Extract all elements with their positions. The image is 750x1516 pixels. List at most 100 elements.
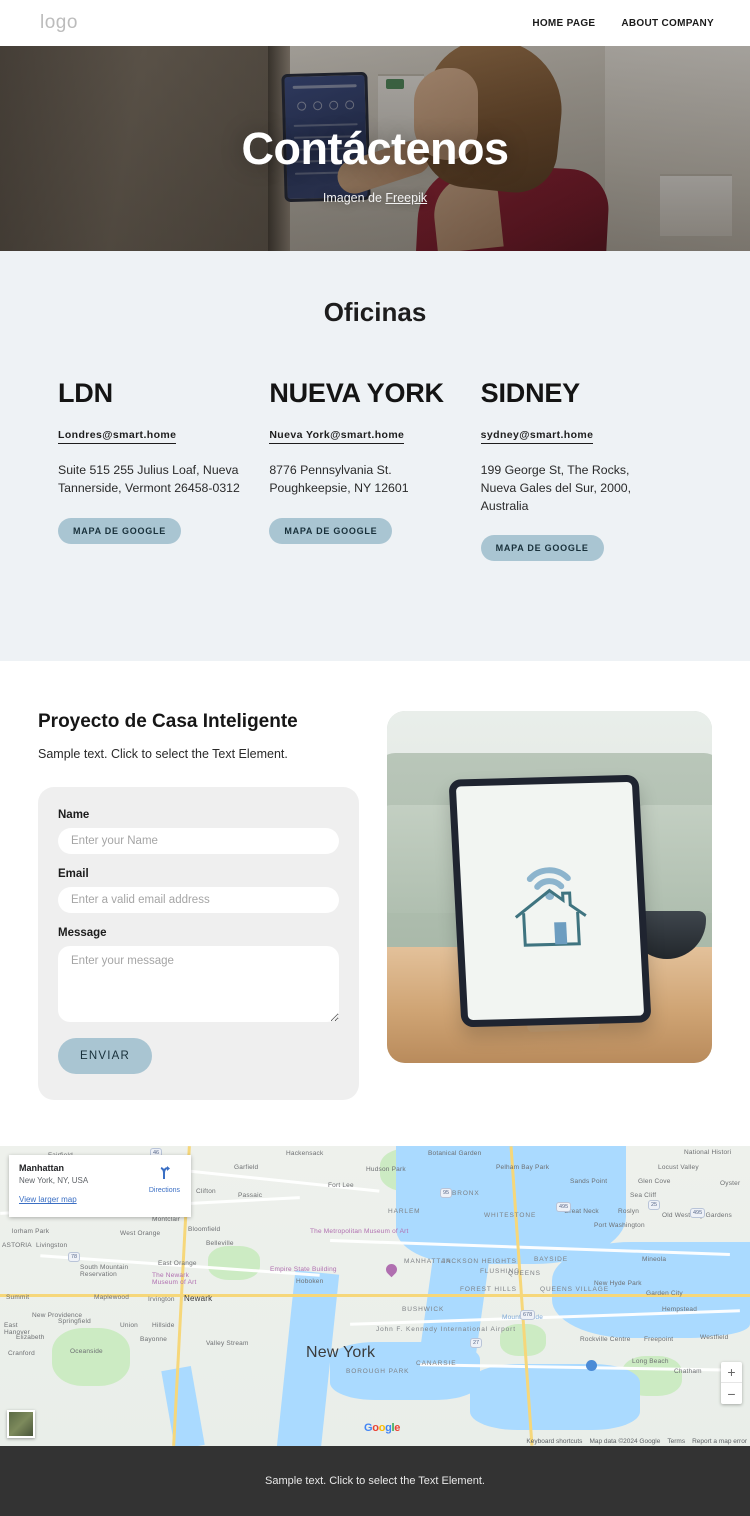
map-label-hempstead: Hempstead [662, 1306, 698, 1314]
nav-item-home-page[interactable]: HOME PAGE [532, 18, 595, 29]
site-footer: Sample text. Click to select the Text El… [0, 1446, 750, 1516]
submit-button[interactable]: ENVIAR [58, 1038, 153, 1075]
office-email-link[interactable]: Nueva York@smart.home [269, 429, 405, 444]
map-data-credit: Map data ©2024 Google [589, 1438, 661, 1446]
map-label-south-mountain: South Mountain Reservation [80, 1264, 129, 1279]
google-map-button[interactable]: MAPA DE GOOGLE [58, 517, 182, 544]
smart-home-tablet-photo [387, 711, 712, 1064]
map-label-bronx: BRONX [452, 1190, 480, 1198]
site-logo[interactable]: logo [40, 12, 78, 34]
map-label-newark: Newark [184, 1294, 213, 1304]
map-label-bloomfield: Bloomfield [188, 1226, 221, 1234]
map-label-valley-stream: Rockville Centre [580, 1336, 631, 1344]
map-label-pelham-bay-park: Pelham Bay Park [496, 1164, 550, 1172]
map-label-livingston: Livingston [36, 1242, 68, 1250]
satellite-view-toggle[interactable] [7, 1410, 35, 1439]
map-label-springfield: Springfield [58, 1318, 91, 1326]
map-label-hudson-park: Hudson Park [366, 1166, 406, 1174]
google-map-button[interactable]: MAPA DE GOOGLE [269, 517, 393, 544]
map-label-maplewood: Maplewood [94, 1294, 130, 1302]
footer-text: Sample text. Click to select the Text El… [265, 1475, 485, 1488]
directions-label: Directions [148, 1187, 180, 1195]
page-title: Contáctenos [241, 122, 509, 174]
office-address: Suite 515 255 Julius Loaf, Nueva Tanners… [58, 463, 240, 495]
map-label-garfield: Garfield [234, 1164, 259, 1172]
project-section: Proyecto de Casa Inteligente Sample text… [0, 661, 750, 1147]
map-label-new-providence: East Hanover [4, 1322, 30, 1337]
zoom-in-button[interactable]: + [721, 1362, 742, 1384]
map-label-met-museum: The Metropolitan Museum of Art [310, 1228, 409, 1236]
google-map-embed[interactable]: New York Empire State Building The Metro… [0, 1146, 750, 1447]
office-card-nueva-york: NUEVA YORK Nueva York@smart.home 8776 Pe… [269, 378, 480, 561]
hero-banner: Contáctenos Imagen de Freepik [0, 46, 750, 251]
map-label-passaic: Passaic [238, 1192, 263, 1200]
map-label-botanical-garden: Botanical Garden [428, 1150, 482, 1158]
contact-form: Name Email Message ENVIAR [38, 787, 359, 1101]
name-input[interactable] [58, 828, 339, 855]
map-label-new-york: New York [306, 1344, 376, 1362]
terms-link[interactable]: Terms [667, 1438, 685, 1445]
office-email-link[interactable]: sydney@smart.home [480, 429, 594, 444]
map-label-elizabeth: Bayonne [140, 1336, 168, 1344]
map-label-east-orange: East Orange [158, 1260, 197, 1268]
office-card-ldn: LDN Londres@smart.home Suite 515 255 Jul… [58, 378, 269, 561]
map-label-fort-lee: Fort Lee [328, 1182, 354, 1190]
google-logo: Google [364, 1422, 400, 1434]
map-label-sands-point: Sands Point [570, 1178, 608, 1186]
site-header: logo HOME PAGE ABOUT COMPANY [0, 0, 750, 46]
message-textarea[interactable] [58, 946, 339, 1023]
map-label-union: Union [120, 1322, 138, 1330]
hero-image-credit: Imagen de Freepik [323, 191, 427, 205]
map-label-west-orange: West Orange [120, 1230, 161, 1238]
office-card-sidney: SIDNEY sydney@smart.home 199 George St, … [480, 378, 692, 562]
map-attribution-bar: Keyboard shortcuts Map data ©2024 Google… [526, 1438, 747, 1445]
view-larger-map-link[interactable]: View larger map [19, 1195, 77, 1204]
map-label-hackensack: Hackensack [286, 1150, 324, 1158]
office-address: 8776 Pennsylvania St. Poughkeepsie, NY 1… [269, 463, 409, 495]
directions-button[interactable]: Directions [149, 1165, 180, 1194]
map-label-canarsie: CANARSIE [416, 1360, 457, 1368]
zoom-out-button[interactable]: − [721, 1383, 742, 1404]
nav-item-about-company[interactable]: ABOUT COMPANY [621, 18, 714, 29]
map-label-east-hanover: lorham Park [12, 1228, 50, 1236]
map-label-westfield-2: Cranford [8, 1350, 35, 1358]
map-label-hillside: Hillside [152, 1322, 175, 1330]
map-label-mineola: Mineola [642, 1256, 667, 1264]
report-error-link[interactable]: Report a map error [692, 1438, 747, 1445]
map-label-freeport: Westfield [700, 1334, 729, 1342]
google-map-button[interactable]: MAPA DE GOOGLE [480, 535, 604, 562]
map-label-whitestone: WHITESTONE [484, 1212, 537, 1220]
map-label-hoboken: Hoboken [296, 1278, 324, 1286]
map-label-queens: QUEENS [508, 1270, 541, 1278]
office-city-name: LDN [58, 378, 113, 408]
map-label-rockville-centre: Freepoint [644, 1336, 674, 1344]
map-poi-marker[interactable] [383, 1262, 400, 1278]
map-label-montclair: Montclair [152, 1216, 181, 1224]
message-label: Message [58, 927, 107, 940]
map-info-card: Manhattan New York, NY, USA View larger … [9, 1155, 191, 1218]
map-label-port-washington: Port Washington [594, 1222, 645, 1230]
office-city-name: NUEVA YORK [269, 378, 444, 408]
map-label-clifton: Clifton [196, 1188, 216, 1196]
map-label-new-hyde-park: New Hyde Park [594, 1280, 642, 1288]
map-label-bushwick: BUSHWICK [402, 1306, 445, 1314]
freepik-link[interactable]: Freepik [385, 191, 427, 205]
map-label-bayonne: Valley Stream [206, 1340, 249, 1348]
email-input[interactable] [58, 887, 339, 914]
map-label-oyster: Oyster [720, 1180, 741, 1188]
smart-home-wifi-house-icon [504, 852, 595, 955]
keyboard-shortcuts-link[interactable]: Keyboard shortcuts [526, 1438, 582, 1445]
office-address: 199 George St, The Rocks, Nueva Gales de… [480, 463, 632, 513]
map-label-locust-valley: Locust Valley [658, 1164, 699, 1172]
office-email-link[interactable]: Londres@smart.home [58, 429, 177, 444]
map-label-borough-park: BOROUGH PARK [346, 1368, 410, 1376]
map-label-cranford: Oceanside [70, 1348, 103, 1356]
project-left-column: Proyecto de Casa Inteligente Sample text… [38, 711, 359, 1101]
map-label-bayside: BAYSIDE [534, 1256, 568, 1264]
map-label-roslyn: Roslyn [618, 1208, 640, 1216]
map-label-forest-hills: FOREST HILLS [460, 1286, 517, 1294]
map-label-sea-cliff: Sea Cliff [630, 1192, 657, 1200]
map-label-empire-state: Empire State Building [270, 1266, 337, 1274]
map-label-long-beach: Chatham [674, 1368, 702, 1376]
map-zoom-controls[interactable]: + − [721, 1362, 742, 1405]
